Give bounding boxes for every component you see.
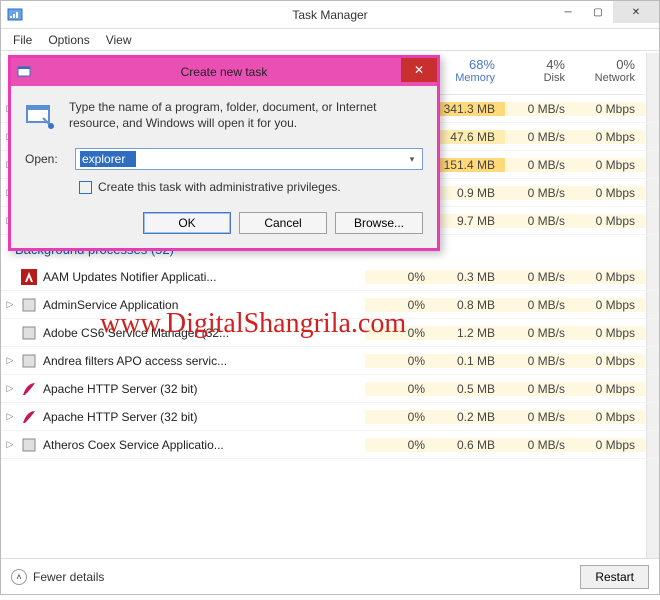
app-icon (21, 297, 37, 313)
fewer-details-link[interactable]: ˄ Fewer details (11, 569, 104, 585)
process-name: AdminService Application (43, 298, 365, 312)
app-icon (21, 325, 37, 341)
disk-value: 0 MB/s (505, 214, 575, 228)
dialog-body: Type the name of a program, folder, docu… (11, 86, 437, 248)
menu-view[interactable]: View (98, 31, 140, 49)
expand-icon[interactable]: ▷ (1, 439, 19, 450)
memory-value: 9.7 MB (435, 214, 505, 228)
process-name: Adobe CS6 Service Manager (32... (43, 326, 365, 340)
app-icon (21, 437, 37, 453)
chevron-down-icon[interactable]: ▾ (404, 154, 420, 165)
process-name: AAM Updates Notifier Applicati... (43, 270, 365, 284)
network-value: 0 Mbps (575, 214, 645, 228)
disk-value: 0 MB/s (505, 130, 575, 144)
adobe-icon (21, 269, 37, 285)
memory-value: 0.9 MB (435, 186, 505, 200)
expand-icon[interactable]: ▷ (1, 411, 19, 422)
disk-value: 0 MB/s (505, 186, 575, 200)
dialog-title: Create new task (11, 65, 437, 79)
process-name: Atheros Coex Service Applicatio... (43, 438, 365, 452)
browse-button[interactable]: Browse... (335, 212, 423, 234)
dialog-description: Type the name of a program, folder, docu… (69, 100, 423, 132)
expand-icon[interactable]: ▷ (1, 299, 19, 310)
footer: ˄ Fewer details Restart (1, 558, 659, 594)
table-row[interactable]: ▷ Atheros Coex Service Applicatio... 0%0… (1, 431, 659, 459)
network-value: 0 Mbps (575, 186, 645, 200)
expand-icon[interactable]: ▷ (1, 383, 19, 394)
close-button[interactable]: ✕ (613, 1, 659, 23)
open-input[interactable] (80, 151, 136, 167)
table-row[interactable]: ▷ AdminService Application 0%0.8 MB0 MB/… (1, 291, 659, 319)
titlebar: Task Manager ─ ▢ ✕ (1, 1, 659, 29)
process-name: Apache HTTP Server (32 bit) (43, 382, 365, 396)
table-row[interactable]: Adobe CS6 Service Manager (32... 0%1.2 M… (1, 319, 659, 347)
disk-value: 0 MB/s (505, 102, 575, 116)
memory-value: 151.4 MB (435, 158, 505, 172)
feather-icon (21, 409, 37, 425)
restart-button[interactable]: Restart (580, 565, 649, 589)
window-controls: ─ ▢ ✕ (553, 1, 659, 23)
col-network[interactable]: 0%Network (575, 53, 645, 94)
dialog-close-button[interactable]: ✕ (401, 58, 437, 82)
disk-value: 0 MB/s (505, 158, 575, 172)
admin-checkbox-label: Create this task with administrative pri… (98, 180, 341, 194)
fewer-details-label: Fewer details (33, 570, 104, 584)
cancel-button[interactable]: Cancel (239, 212, 327, 234)
table-row[interactable]: ▷ Andrea filters APO access servic... 0%… (1, 347, 659, 375)
memory-value: 47.6 MB (435, 130, 505, 144)
admin-checkbox[interactable] (79, 181, 92, 194)
col-memory[interactable]: 68%Memory (435, 53, 505, 94)
col-disk[interactable]: 4%Disk (505, 53, 575, 94)
feather-icon (21, 381, 37, 397)
run-large-icon (25, 100, 57, 132)
expand-icon[interactable]: ▷ (1, 355, 19, 366)
table-row[interactable]: AAM Updates Notifier Applicati... 0%0.3 … (1, 263, 659, 291)
chevron-up-icon: ˄ (11, 569, 27, 585)
minimize-button[interactable]: ─ (553, 1, 583, 23)
app-icon (21, 353, 37, 369)
network-value: 0 Mbps (575, 158, 645, 172)
network-value: 0 Mbps (575, 102, 645, 116)
create-task-dialog: Create new task ✕ Type the name of a pro… (8, 55, 440, 251)
open-label: Open: (25, 152, 65, 166)
open-combobox[interactable]: ▾ (75, 148, 423, 170)
network-value: 0 Mbps (575, 130, 645, 144)
table-row[interactable]: ▷ Apache HTTP Server (32 bit) 0%0.2 MB0 … (1, 403, 659, 431)
dialog-titlebar: Create new task ✕ (11, 58, 437, 86)
maximize-button[interactable]: ▢ (583, 1, 613, 23)
process-name: Apache HTTP Server (32 bit) (43, 410, 365, 424)
table-row[interactable]: ▷ Apache HTTP Server (32 bit) 0%0.5 MB0 … (1, 375, 659, 403)
menu-file[interactable]: File (5, 31, 40, 49)
menubar: File Options View (1, 29, 659, 51)
process-name: Andrea filters APO access servic... (43, 354, 365, 368)
memory-value: 341.3 MB (435, 102, 505, 116)
menu-options[interactable]: Options (40, 31, 97, 49)
ok-button[interactable]: OK (143, 212, 231, 234)
